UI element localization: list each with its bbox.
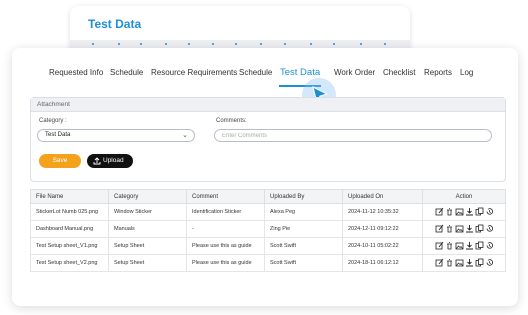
- delete-icon[interactable]: [445, 241, 454, 250]
- action-icons: [435, 224, 494, 233]
- cell-file-name: StickerLot Numb 025.png: [30, 203, 109, 221]
- upload-icon: [93, 157, 101, 165]
- delete-icon[interactable]: [445, 224, 454, 233]
- upload-label: Upload: [103, 157, 124, 164]
- main-card: Requested Info Schedule Resource Require…: [12, 48, 518, 306]
- comments-label: Comments:: [216, 118, 247, 124]
- cell-uploaded-on: 2024-10-11 05:02:22: [342, 237, 423, 255]
- download-icon[interactable]: [465, 258, 474, 267]
- table-row: Test Setup sheet_V1.png Setup Sheet Plea…: [30, 237, 506, 255]
- table-row: Test Setup sheet_V2.png Setup Sheet Plea…: [30, 254, 506, 272]
- attachment-header: Attachment: [31, 98, 505, 112]
- cell-uploaded-by: Zing Pie: [264, 220, 343, 238]
- edit-icon[interactable]: [435, 207, 444, 216]
- history-icon[interactable]: [485, 207, 494, 216]
- cell-uploaded-on: 2024-11-12 10:35:32: [342, 203, 423, 221]
- tab-requested-info[interactable]: Requested Info: [49, 68, 103, 77]
- table-row: Dashboard Manual.png Manuals - Zing Pie …: [30, 220, 506, 238]
- copy-icon[interactable]: [475, 224, 484, 233]
- background-card-title: Test Data: [88, 17, 142, 31]
- cell-actions: [422, 203, 506, 221]
- save-button[interactable]: Save: [39, 154, 81, 168]
- category-label: Category :: [39, 118, 67, 124]
- edit-icon[interactable]: [435, 241, 444, 250]
- header-uploaded-on: Uploaded On: [342, 189, 423, 204]
- image-icon[interactable]: [455, 258, 464, 267]
- header-file-name: File Name: [30, 189, 109, 204]
- category-value: Test Data: [45, 132, 71, 138]
- cell-comment: -: [186, 220, 265, 238]
- cell-uploaded-on: 2024-12-11 09:12:22: [342, 220, 423, 238]
- tab-schedule-2[interactable]: Schedule: [239, 68, 272, 77]
- image-icon[interactable]: [455, 224, 464, 233]
- download-icon[interactable]: [465, 207, 474, 216]
- header-uploaded-by: Uploaded By: [264, 189, 343, 204]
- tab-work-order[interactable]: Work Order: [334, 68, 375, 77]
- history-icon[interactable]: [485, 258, 494, 267]
- upload-button[interactable]: Upload: [87, 154, 133, 168]
- background-card-stripe: [70, 40, 410, 48]
- cell-actions: [422, 254, 506, 272]
- cell-comment: Identification Sticker: [186, 203, 265, 221]
- copy-icon[interactable]: [475, 207, 484, 216]
- tab-schedule[interactable]: Schedule: [110, 68, 143, 77]
- action-icons: [435, 241, 494, 250]
- cell-comment: Please use this as guide: [186, 237, 265, 255]
- download-icon[interactable]: [465, 224, 474, 233]
- action-icons: [435, 207, 494, 216]
- chevron-down-icon: ⌄: [182, 132, 188, 139]
- header-comment: Comment: [186, 189, 265, 204]
- category-select[interactable]: Test Data ⌄: [37, 129, 195, 142]
- image-icon[interactable]: [455, 241, 464, 250]
- cell-file-name: Test Setup sheet_V1.png: [30, 237, 109, 255]
- cell-comment: Please use this as guide: [186, 254, 265, 272]
- cell-uploaded-by: Scott Swift: [264, 254, 343, 272]
- action-icons: [435, 258, 494, 267]
- download-icon[interactable]: [465, 241, 474, 250]
- cell-uploaded-on: 2024-18-11 06:12:12: [342, 254, 423, 272]
- tab-resource-requirements[interactable]: Resource Requirements: [151, 68, 237, 77]
- header-category: Category: [108, 189, 187, 204]
- delete-icon[interactable]: [445, 258, 454, 267]
- attachment-panel: Attachment Category : Test Data ⌄ Commen…: [30, 97, 506, 182]
- edit-icon[interactable]: [435, 224, 444, 233]
- cell-category: Window Sticker: [108, 203, 187, 221]
- tab-bar: Requested Info Schedule Resource Require…: [12, 67, 518, 82]
- attachments-table: File Name Category Comment Uploaded By U…: [30, 189, 506, 272]
- cell-category: Setup Sheet: [108, 237, 187, 255]
- header-action: Action: [422, 189, 506, 204]
- table-row: StickerLot Numb 025.png Window Sticker I…: [30, 203, 506, 221]
- image-icon[interactable]: [455, 207, 464, 216]
- tab-reports[interactable]: Reports: [424, 68, 452, 77]
- history-icon[interactable]: [485, 224, 494, 233]
- tab-checklist[interactable]: Checklist: [383, 68, 415, 77]
- cell-file-name: Test Setup sheet_V2.png: [30, 254, 109, 272]
- tab-log[interactable]: Log: [460, 68, 473, 77]
- cell-file-name: Dashboard Manual.png: [30, 220, 109, 238]
- history-icon[interactable]: [485, 241, 494, 250]
- cell-category: Manuals: [108, 220, 187, 238]
- tab-test-data[interactable]: Test Data: [280, 67, 320, 78]
- comments-input[interactable]: [214, 129, 492, 142]
- copy-icon[interactable]: [475, 258, 484, 267]
- copy-icon[interactable]: [475, 241, 484, 250]
- delete-icon[interactable]: [445, 207, 454, 216]
- cell-actions: [422, 237, 506, 255]
- table-header-row: File Name Category Comment Uploaded By U…: [30, 189, 506, 204]
- cell-actions: [422, 220, 506, 238]
- cell-uploaded-by: Alexa Peg: [264, 203, 343, 221]
- edit-icon[interactable]: [435, 258, 444, 267]
- cell-category: Setup Sheet: [108, 254, 187, 272]
- cell-uploaded-by: Scott Swift: [264, 237, 343, 255]
